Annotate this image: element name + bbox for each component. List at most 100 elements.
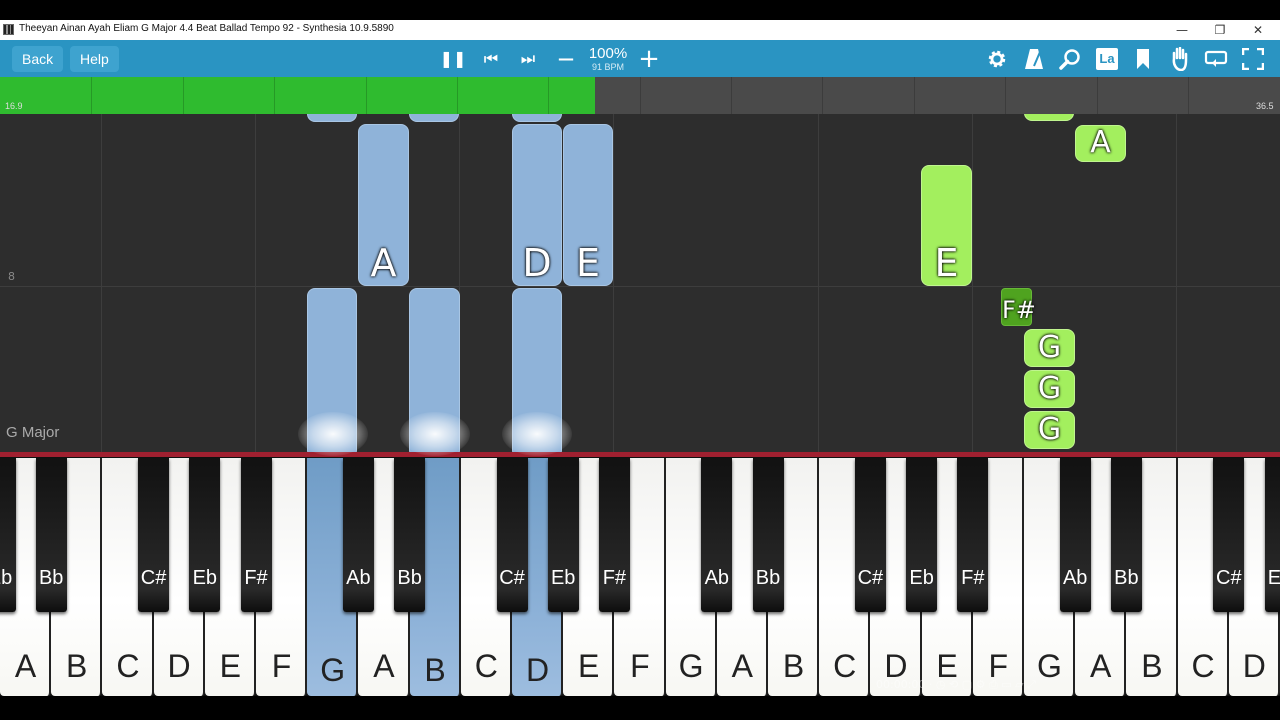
key-signature-label: G Major bbox=[6, 424, 60, 441]
close-button[interactable]: ✕ bbox=[1238, 20, 1278, 40]
search-icon bbox=[1059, 49, 1080, 70]
black-key-label: Ab bbox=[1062, 567, 1088, 589]
black-key-label: F# bbox=[961, 567, 985, 589]
bookmark-button[interactable] bbox=[1128, 44, 1158, 74]
pause-button[interactable]: ❚❚ bbox=[438, 44, 468, 74]
falling-notes-area: A D E A E F# G G G bbox=[0, 114, 1280, 452]
note-letter: G bbox=[1037, 371, 1062, 406]
help-button[interactable]: Help bbox=[70, 46, 119, 72]
falling-note-left bbox=[512, 114, 562, 122]
note-letter: E bbox=[575, 241, 600, 285]
video-overlay-controls: 00:00:00 · ◷ ⟲ ▢ ⚙ ⎙ ▭ ▱ ⤢ bbox=[876, 678, 1036, 691]
progress-tick bbox=[1005, 77, 1006, 114]
black-key-label: F# bbox=[602, 567, 627, 589]
white-key-label: C bbox=[1191, 648, 1215, 684]
white-key-label: D bbox=[167, 648, 191, 684]
white-key-label: B bbox=[1141, 648, 1163, 684]
metronome-button[interactable] bbox=[1019, 44, 1049, 74]
black-key-label: Eb bbox=[0, 567, 13, 589]
hands-button[interactable] bbox=[1165, 44, 1195, 74]
measure-number: 8 bbox=[8, 270, 15, 283]
key-glow bbox=[502, 412, 572, 456]
progress-tick bbox=[457, 77, 458, 114]
hand-icon bbox=[1172, 46, 1188, 72]
screen-bottom-bar bbox=[0, 696, 1280, 720]
window-title: Theeyan Ainan Ayah Eliam G Major 4.4 Bea… bbox=[19, 23, 394, 34]
next-icon: ⏭ bbox=[520, 49, 536, 68]
falling-note-right bbox=[1024, 114, 1074, 121]
minimize-button[interactable]: — bbox=[1162, 20, 1202, 40]
black-key-label: C# bbox=[857, 567, 884, 589]
white-key-label: E bbox=[578, 648, 600, 684]
white-key-label: C bbox=[116, 648, 140, 684]
gear-icon bbox=[988, 50, 1006, 68]
white-key-label: C bbox=[833, 648, 857, 684]
progress-tick bbox=[548, 77, 549, 114]
fullscreen-icon bbox=[1241, 47, 1265, 71]
white-key-label: G bbox=[320, 652, 346, 688]
white-key-label: D bbox=[1242, 648, 1266, 684]
progress-fill bbox=[0, 77, 596, 114]
tempo-bpm: 91 BPM bbox=[591, 62, 624, 72]
note-letter: G bbox=[1037, 330, 1062, 365]
black-key-label: Eb bbox=[192, 567, 218, 589]
beat-line bbox=[255, 114, 256, 452]
beat-line bbox=[972, 114, 973, 452]
progress-tick bbox=[366, 77, 367, 114]
toolbar: Back Help ❚❚ ⏮ ⏭ — + La bbox=[0, 40, 1280, 77]
forward-button[interactable]: ⏭ bbox=[513, 44, 543, 74]
window-titlebar: Theeyan Ainan Ayah Eliam G Major 4.4 Bea… bbox=[0, 20, 1280, 40]
synthesia-app-icon bbox=[3, 24, 14, 35]
key-glow bbox=[298, 412, 368, 456]
back-button[interactable]: Back bbox=[12, 46, 64, 72]
falling-note-left: E bbox=[563, 124, 613, 286]
white-key-label: A bbox=[14, 648, 37, 684]
black-key-label: F# bbox=[244, 567, 268, 589]
note-labels-button[interactable]: La bbox=[1092, 44, 1122, 74]
note-letter: D bbox=[522, 241, 552, 285]
black-key-label: Bb bbox=[38, 567, 64, 589]
beat-line bbox=[1176, 114, 1177, 452]
note-letter: A bbox=[370, 241, 397, 285]
falling-note-right: G bbox=[1024, 329, 1075, 367]
song-progress-bar[interactable] bbox=[0, 77, 1280, 114]
white-key-label: C bbox=[474, 648, 498, 684]
faster-button[interactable]: + bbox=[634, 44, 664, 74]
black-key-label: C# bbox=[499, 567, 525, 589]
black-key-label: Bb bbox=[1114, 567, 1139, 589]
search-button[interactable] bbox=[1055, 44, 1085, 74]
note-letter: E bbox=[934, 241, 959, 285]
progress-tick bbox=[91, 77, 92, 114]
restore-button[interactable]: ❐ bbox=[1200, 20, 1240, 40]
black-key-label: Ab bbox=[346, 567, 371, 589]
plus-icon: + bbox=[638, 44, 660, 74]
black-key-label: C# bbox=[140, 567, 167, 589]
falling-note-right: G bbox=[1024, 411, 1075, 449]
loop-icon bbox=[1204, 50, 1228, 67]
previous-icon: ⏮ bbox=[483, 49, 499, 68]
white-key-label: F bbox=[271, 648, 292, 684]
settings-button[interactable] bbox=[982, 44, 1012, 74]
white-key-label: B bbox=[66, 648, 88, 684]
progress-tick bbox=[183, 77, 184, 114]
progress-tick bbox=[731, 77, 732, 114]
progress-tick bbox=[640, 77, 641, 114]
rewind-button[interactable]: ⏮ bbox=[476, 44, 506, 74]
loop-button[interactable] bbox=[1201, 44, 1231, 74]
black-key-label: Bb bbox=[397, 567, 422, 589]
keyboard-top-felt bbox=[0, 452, 1280, 457]
fullscreen-button[interactable] bbox=[1238, 44, 1268, 74]
progress-tick bbox=[1188, 77, 1189, 114]
slower-button[interactable]: — bbox=[551, 44, 581, 74]
falling-note-left bbox=[409, 114, 459, 122]
measure-line bbox=[101, 114, 102, 452]
black-key-label: Eb bbox=[1267, 567, 1280, 589]
white-key-label: A bbox=[1090, 648, 1112, 684]
black-key-label: Bb bbox=[755, 567, 781, 589]
progress-tick bbox=[914, 77, 915, 114]
progress-end-time: 36.5 bbox=[1256, 101, 1274, 111]
falling-note-left bbox=[307, 114, 357, 122]
zoom-level: 100% bbox=[588, 45, 628, 62]
falling-note-left: A bbox=[358, 124, 409, 286]
note-letter: A bbox=[1090, 125, 1111, 160]
